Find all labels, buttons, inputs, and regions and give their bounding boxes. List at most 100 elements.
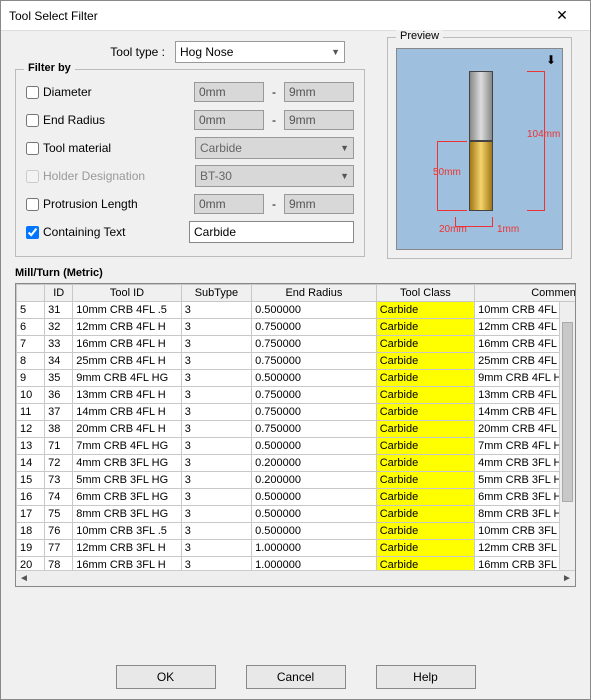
cell-rownum: 16 (17, 489, 45, 506)
protrusion-label: Protrusion Length (43, 197, 138, 211)
table-row[interactable]: 63212mm CRB 4FL H30.750000Carbide12mm CR… (17, 319, 576, 336)
table-row[interactable]: 9359mm CRB 4FL HG30.500000Carbide9mm CRB… (17, 370, 576, 387)
cell-toolclass: Carbide (376, 438, 474, 455)
containing-checkbox[interactable] (26, 226, 39, 239)
cell-toolid: 25mm CRB 4FL H (73, 353, 182, 370)
table-row[interactable]: 53110mm CRB 4FL .530.500000Carbide10mm C… (17, 302, 576, 319)
preview-canvas: ⬇ 50mm 104mm 20mm 1mm (396, 48, 563, 250)
cell-toolclass: Carbide (376, 455, 474, 472)
dim-flute: 50mm (433, 167, 461, 178)
cancel-button[interactable]: Cancel (246, 665, 346, 689)
tool-shaft (469, 71, 493, 141)
tool-table: ID Tool ID SubType End Radius Tool Class… (15, 283, 576, 587)
diameter-checkbox[interactable] (26, 86, 39, 99)
holder-select: BT-30 ▼ (195, 165, 354, 187)
tooltype-value: Hog Nose (180, 45, 233, 59)
col-rownum[interactable] (17, 285, 45, 302)
cell-id: 37 (45, 404, 73, 421)
cell-subtype: 3 (181, 523, 251, 540)
diameter-label: Diameter (43, 85, 92, 99)
cell-id: 35 (45, 370, 73, 387)
cell-id: 38 (45, 421, 73, 438)
table-row[interactable]: 103613mm CRB 4FL H30.750000Carbide13mm C… (17, 387, 576, 404)
range-dash: - (272, 113, 276, 127)
cell-endradius: 0.750000 (252, 387, 377, 404)
table-row[interactable]: 187610mm CRB 3FL .530.500000Carbide10mm … (17, 523, 576, 540)
cell-endradius: 0.750000 (252, 353, 377, 370)
cell-subtype: 3 (181, 370, 251, 387)
col-subtype[interactable]: SubType (181, 285, 251, 302)
col-id[interactable]: ID (45, 285, 73, 302)
cell-toolclass: Carbide (376, 336, 474, 353)
cell-toolclass: Carbide (376, 387, 474, 404)
cell-rownum: 14 (17, 455, 45, 472)
cell-toolid: 4mm CRB 3FL HG (73, 455, 182, 472)
cell-toolid: 5mm CRB 3FL HG (73, 472, 182, 489)
cell-rownum: 11 (17, 404, 45, 421)
holder-label: Holder Designation (43, 169, 145, 183)
tooltype-select[interactable]: Hog Nose ▼ (175, 41, 345, 63)
endradius-checkbox[interactable] (26, 114, 39, 127)
cell-endradius: 0.500000 (252, 523, 377, 540)
vertical-scrollbar[interactable] (559, 302, 575, 570)
table-row[interactable]: 73316mm CRB 4FL H30.750000Carbide16mm CR… (17, 336, 576, 353)
cell-endradius: 0.200000 (252, 455, 377, 472)
col-comment[interactable]: Comment (475, 285, 575, 302)
chevron-down-icon: ▼ (340, 171, 349, 181)
cell-toolid: 16mm CRB 4FL H (73, 336, 182, 353)
cell-toolid: 12mm CRB 4FL H (73, 319, 182, 336)
cell-toolid: 10mm CRB 4FL .5 (73, 302, 182, 319)
col-toolclass[interactable]: Tool Class (376, 285, 474, 302)
cell-endradius: 0.500000 (252, 370, 377, 387)
dim-width: 20mm (439, 224, 467, 235)
toolmaterial-checkbox[interactable] (26, 142, 39, 155)
help-button[interactable]: Help (376, 665, 476, 689)
cell-toolid: 7mm CRB 4FL HG (73, 438, 182, 455)
close-icon[interactable]: ✕ (542, 7, 582, 24)
dim-tip: 1mm (497, 224, 519, 235)
diameter-max-input[interactable] (284, 82, 354, 102)
preview-legend: Preview (396, 30, 443, 42)
cell-toolid: 10mm CRB 3FL .5 (73, 523, 182, 540)
col-toolid[interactable]: Tool ID (73, 285, 182, 302)
table-row[interactable]: 197712mm CRB 3FL H31.000000Carbide12mm C… (17, 540, 576, 557)
cell-id: 34 (45, 353, 73, 370)
cell-rownum: 7 (17, 336, 45, 353)
cell-rownum: 19 (17, 540, 45, 557)
ok-button[interactable]: OK (116, 665, 216, 689)
holder-value: BT-30 (200, 169, 232, 183)
diameter-min-input[interactable] (194, 82, 264, 102)
protrusion-min-input[interactable] (194, 194, 264, 214)
table-row[interactable]: 16746mm CRB 3FL HG30.500000Carbide6mm CR… (17, 489, 576, 506)
protrusion-checkbox[interactable] (26, 198, 39, 211)
cell-id: 36 (45, 387, 73, 404)
titlebar: Tool Select Filter ✕ (1, 1, 590, 31)
scroll-left-icon[interactable]: ◄ (16, 573, 32, 584)
table-heading: Mill/Turn (Metric) (15, 267, 576, 279)
horizontal-scrollbar[interactable]: ◄ ► (16, 570, 575, 586)
table-row[interactable]: 13717mm CRB 4FL HG30.500000Carbide7mm CR… (17, 438, 576, 455)
containing-text-input[interactable] (189, 221, 354, 243)
cell-toolclass: Carbide (376, 421, 474, 438)
cell-endradius: 0.200000 (252, 472, 377, 489)
table-row[interactable]: 113714mm CRB 4FL H30.750000Carbide14mm C… (17, 404, 576, 421)
cell-id: 76 (45, 523, 73, 540)
table-row[interactable]: 14724mm CRB 3FL HG30.200000Carbide4mm CR… (17, 455, 576, 472)
table-row[interactable]: 17758mm CRB 3FL HG30.500000Carbide8mm CR… (17, 506, 576, 523)
cell-toolid: 14mm CRB 4FL H (73, 404, 182, 421)
scroll-right-icon[interactable]: ► (559, 573, 575, 584)
cell-rownum: 6 (17, 319, 45, 336)
protrusion-max-input[interactable] (284, 194, 354, 214)
containing-label: Containing Text (43, 225, 126, 239)
table-row[interactable]: 83425mm CRB 4FL H30.750000Carbide25mm CR… (17, 353, 576, 370)
cell-endradius: 0.750000 (252, 404, 377, 421)
cell-toolclass: Carbide (376, 489, 474, 506)
toolmaterial-select[interactable]: Carbide ▼ (195, 137, 354, 159)
table-row[interactable]: 123820mm CRB 4FL H30.750000Carbide20mm C… (17, 421, 576, 438)
dialog-window: Tool Select Filter ✕ Tool type : Hog Nos… (0, 0, 591, 700)
endradius-min-input[interactable] (194, 110, 264, 130)
cell-rownum: 5 (17, 302, 45, 319)
endradius-max-input[interactable] (284, 110, 354, 130)
table-row[interactable]: 15735mm CRB 3FL HG30.200000Carbide5mm CR… (17, 472, 576, 489)
col-endradius[interactable]: End Radius (252, 285, 377, 302)
